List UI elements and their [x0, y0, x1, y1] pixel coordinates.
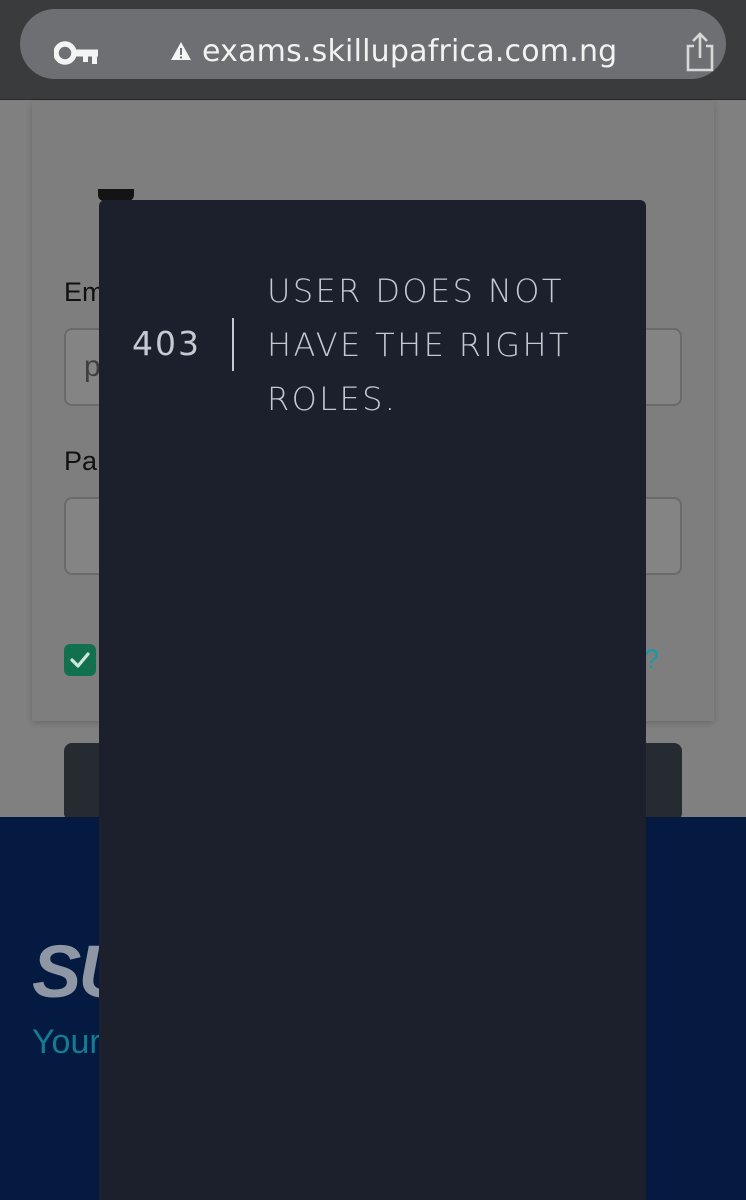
error-dialog: 403 USER DOES NOT HAVE THE RIGHT ROLES.	[99, 200, 646, 1200]
error-message: USER DOES NOT HAVE THE RIGHT ROLES.	[267, 272, 571, 418]
url-display[interactable]: exams.skillupafrica.com.ng	[170, 29, 617, 73]
error-divider	[232, 318, 234, 371]
password-label: Pa	[64, 446, 98, 476]
warning-icon	[171, 42, 191, 60]
browser-toolbar: exams.skillupafrica.com.ng	[0, 0, 746, 100]
key-icon[interactable]	[54, 39, 100, 67]
checkmark-icon	[70, 652, 90, 668]
address-bar[interactable]: exams.skillupafrica.com.ng	[20, 9, 726, 79]
error-code: 403	[132, 324, 201, 363]
footer-tagline: Your	[32, 1023, 101, 1061]
share-icon[interactable]	[684, 32, 716, 72]
url-text: exams.skillupafrica.com.ng	[202, 33, 618, 69]
remember-me-checkbox[interactable]	[64, 644, 96, 676]
